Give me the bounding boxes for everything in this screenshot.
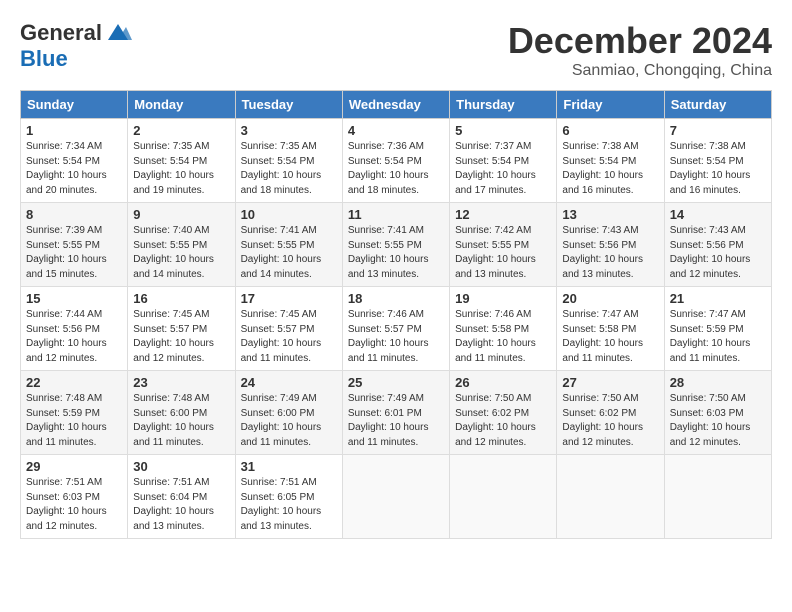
table-row: 20Sunrise: 7:47 AMSunset: 5:58 PMDayligh… <box>557 287 664 371</box>
table-row <box>664 455 771 539</box>
table-row: 12Sunrise: 7:42 AMSunset: 5:55 PMDayligh… <box>450 203 557 287</box>
table-row: 21Sunrise: 7:47 AMSunset: 5:59 PMDayligh… <box>664 287 771 371</box>
table-row <box>450 455 557 539</box>
page-header: General Blue December 2024 Sanmiao, Chon… <box>20 20 772 80</box>
table-row: 29Sunrise: 7:51 AMSunset: 6:03 PMDayligh… <box>21 455 128 539</box>
table-row: 11Sunrise: 7:41 AMSunset: 5:55 PMDayligh… <box>342 203 449 287</box>
table-row: 18Sunrise: 7:46 AMSunset: 5:57 PMDayligh… <box>342 287 449 371</box>
table-row: 2Sunrise: 7:35 AMSunset: 5:54 PMDaylight… <box>128 119 235 203</box>
table-row: 10Sunrise: 7:41 AMSunset: 5:55 PMDayligh… <box>235 203 342 287</box>
table-row: 8Sunrise: 7:39 AMSunset: 5:55 PMDaylight… <box>21 203 128 287</box>
col-wednesday: Wednesday <box>342 91 449 119</box>
table-row: 14Sunrise: 7:43 AMSunset: 5:56 PMDayligh… <box>664 203 771 287</box>
calendar-table: Sunday Monday Tuesday Wednesday Thursday… <box>20 90 772 539</box>
logo: General Blue <box>20 20 132 72</box>
table-row: 17Sunrise: 7:45 AMSunset: 5:57 PMDayligh… <box>235 287 342 371</box>
table-row: 26Sunrise: 7:50 AMSunset: 6:02 PMDayligh… <box>450 371 557 455</box>
table-row: 24Sunrise: 7:49 AMSunset: 6:00 PMDayligh… <box>235 371 342 455</box>
table-row: 5Sunrise: 7:37 AMSunset: 5:54 PMDaylight… <box>450 119 557 203</box>
table-row: 9Sunrise: 7:40 AMSunset: 5:55 PMDaylight… <box>128 203 235 287</box>
col-tuesday: Tuesday <box>235 91 342 119</box>
table-row: 31Sunrise: 7:51 AMSunset: 6:05 PMDayligh… <box>235 455 342 539</box>
table-row: 22Sunrise: 7:48 AMSunset: 5:59 PMDayligh… <box>21 371 128 455</box>
table-row: 13Sunrise: 7:43 AMSunset: 5:56 PMDayligh… <box>557 203 664 287</box>
table-row <box>342 455 449 539</box>
col-monday: Monday <box>128 91 235 119</box>
table-row: 16Sunrise: 7:45 AMSunset: 5:57 PMDayligh… <box>128 287 235 371</box>
title-block: December 2024 Sanmiao, Chongqing, China <box>508 20 772 80</box>
table-row: 30Sunrise: 7:51 AMSunset: 6:04 PMDayligh… <box>128 455 235 539</box>
table-row: 28Sunrise: 7:50 AMSunset: 6:03 PMDayligh… <box>664 371 771 455</box>
table-row: 27Sunrise: 7:50 AMSunset: 6:02 PMDayligh… <box>557 371 664 455</box>
col-friday: Friday <box>557 91 664 119</box>
table-row <box>557 455 664 539</box>
location-text: Sanmiao, Chongqing, China <box>508 62 772 80</box>
col-thursday: Thursday <box>450 91 557 119</box>
calendar-header-row: Sunday Monday Tuesday Wednesday Thursday… <box>21 91 772 119</box>
logo-blue-text: Blue <box>20 46 68 72</box>
table-row: 25Sunrise: 7:49 AMSunset: 6:01 PMDayligh… <box>342 371 449 455</box>
table-row: 6Sunrise: 7:38 AMSunset: 5:54 PMDaylight… <box>557 119 664 203</box>
table-row: 1Sunrise: 7:34 AMSunset: 5:54 PMDaylight… <box>21 119 128 203</box>
table-row: 19Sunrise: 7:46 AMSunset: 5:58 PMDayligh… <box>450 287 557 371</box>
table-row: 23Sunrise: 7:48 AMSunset: 6:00 PMDayligh… <box>128 371 235 455</box>
col-saturday: Saturday <box>664 91 771 119</box>
table-row: 4Sunrise: 7:36 AMSunset: 5:54 PMDaylight… <box>342 119 449 203</box>
table-row: 7Sunrise: 7:38 AMSunset: 5:54 PMDaylight… <box>664 119 771 203</box>
col-sunday: Sunday <box>21 91 128 119</box>
table-row: 3Sunrise: 7:35 AMSunset: 5:54 PMDaylight… <box>235 119 342 203</box>
table-row: 15Sunrise: 7:44 AMSunset: 5:56 PMDayligh… <box>21 287 128 371</box>
logo-general-text: General <box>20 20 102 46</box>
month-title: December 2024 <box>508 20 772 62</box>
logo-icon <box>104 22 132 44</box>
